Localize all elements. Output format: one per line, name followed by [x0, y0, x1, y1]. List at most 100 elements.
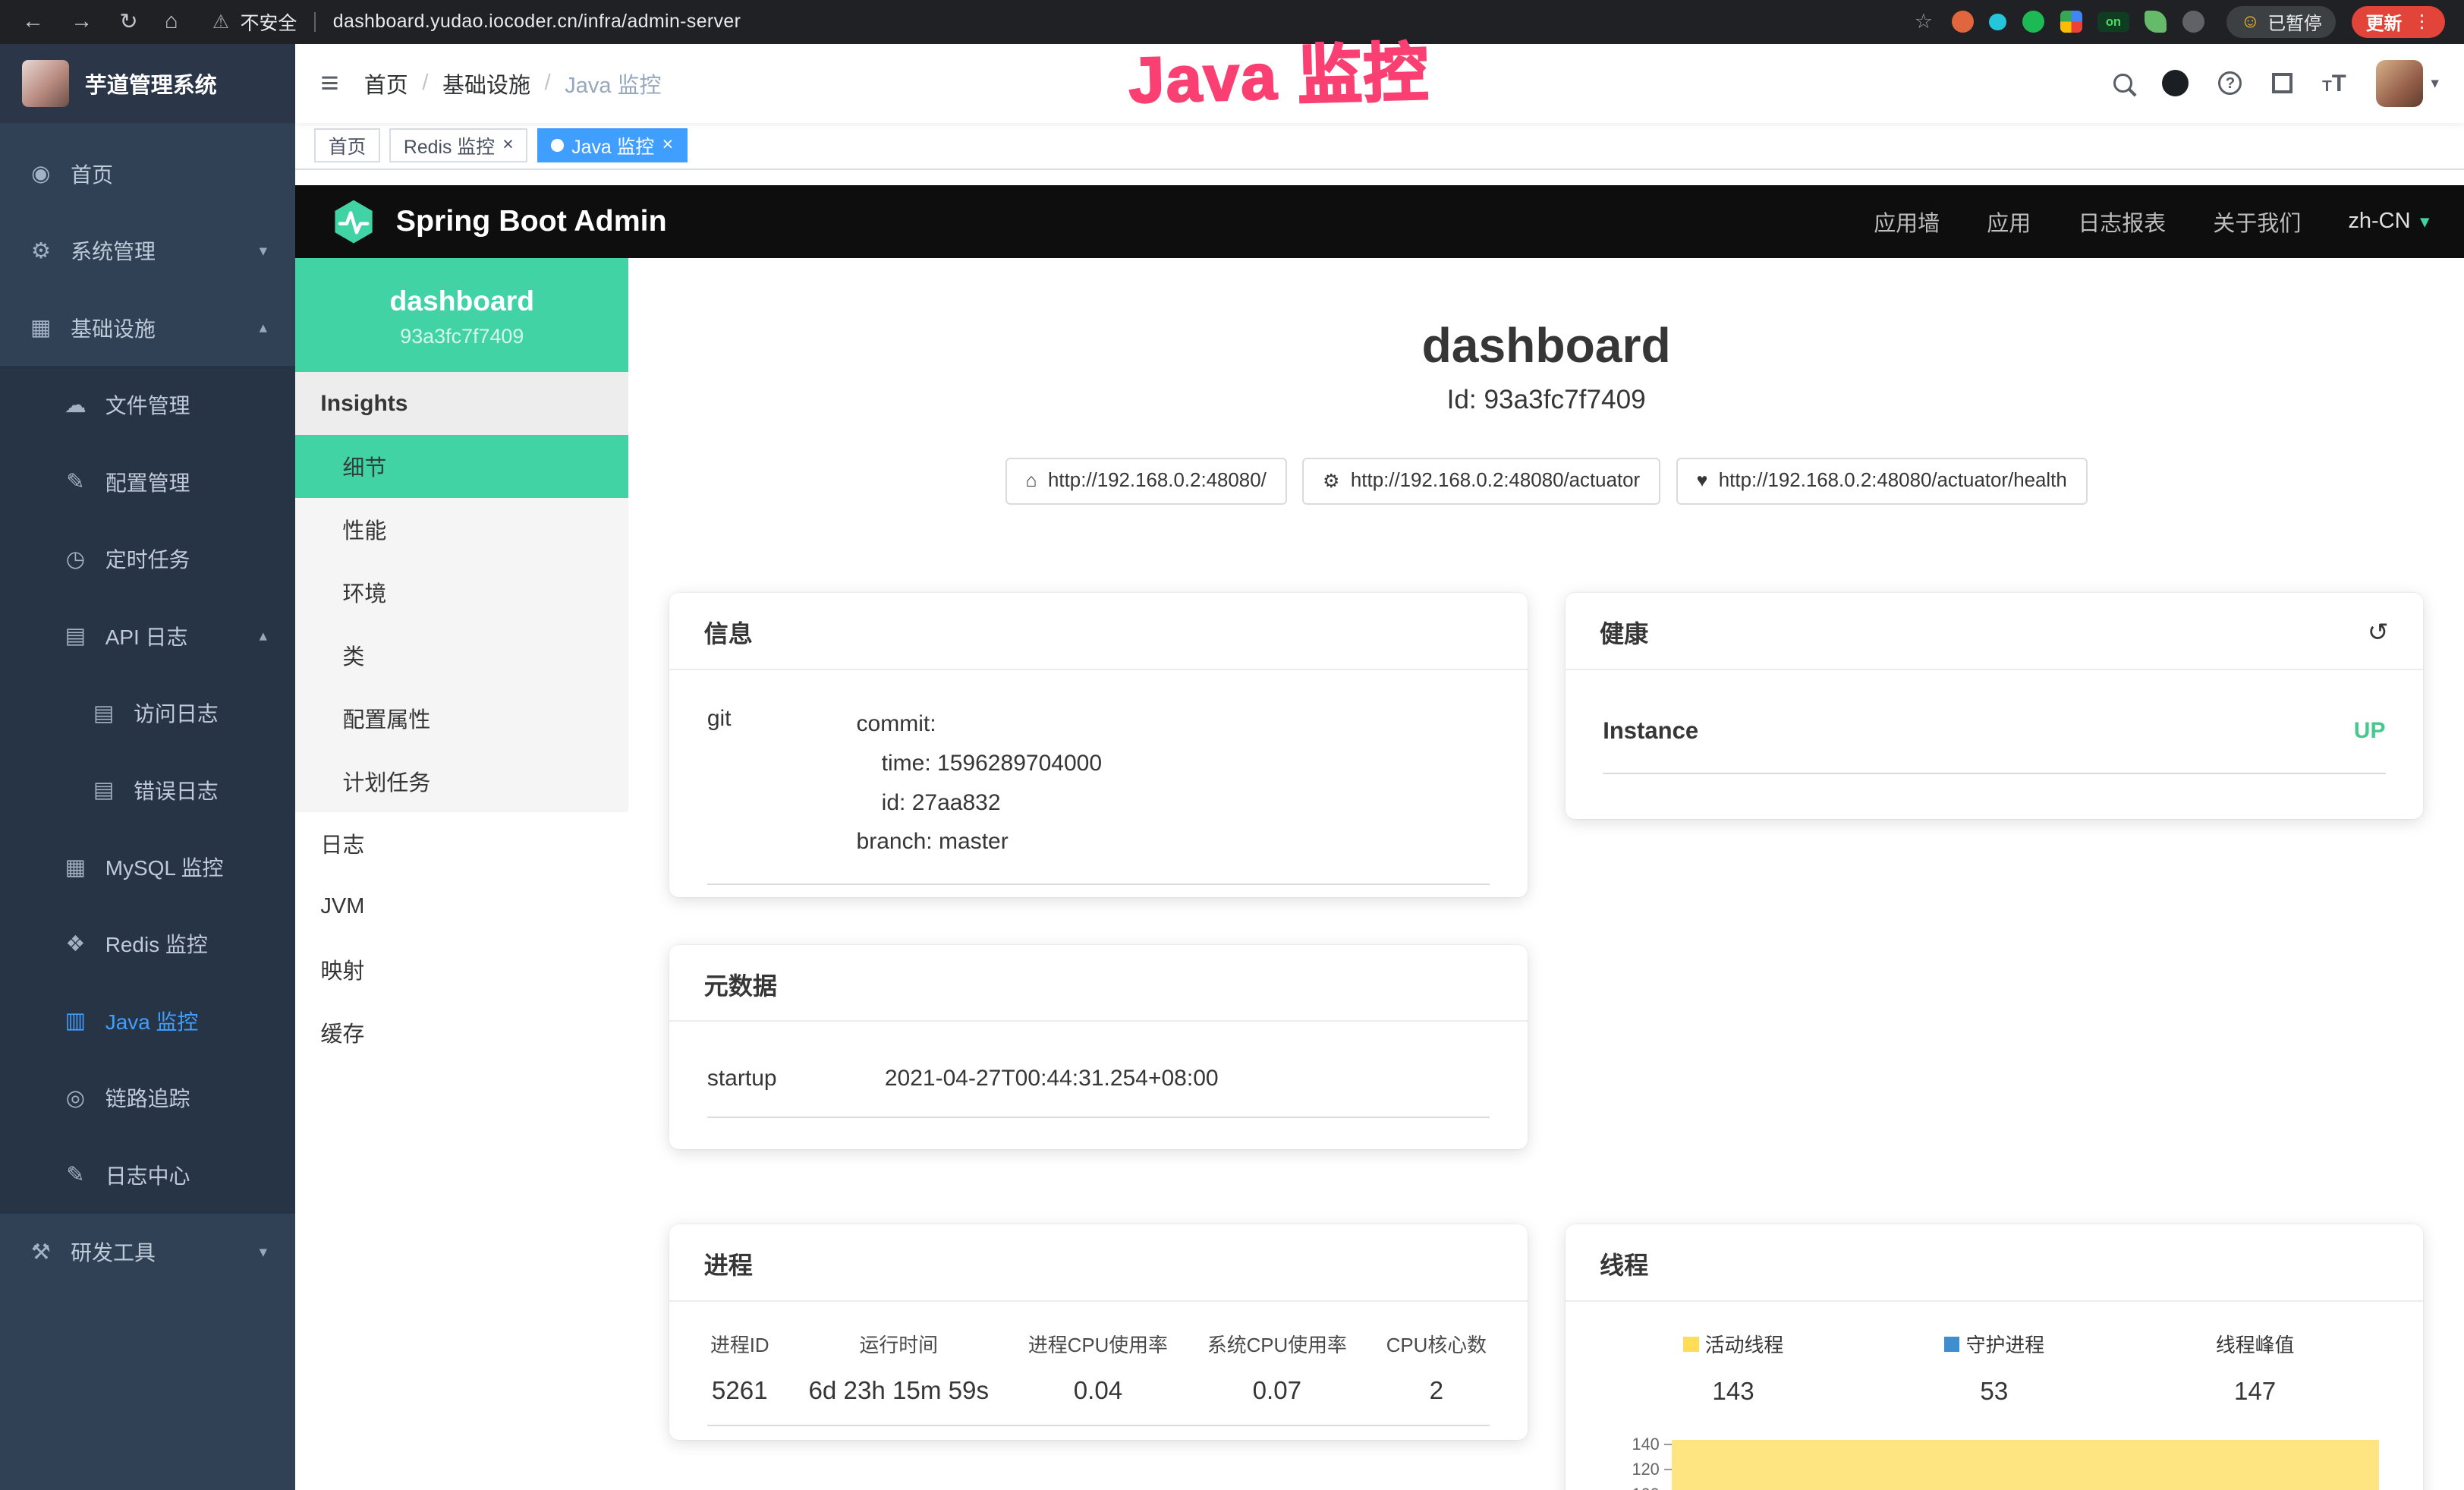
forward-icon[interactable]: →: [71, 9, 93, 34]
sidebar-item-access-logs[interactable]: ▤ 访问日志: [0, 674, 295, 751]
legend-peak-threads: 线程峰值 147: [2125, 1330, 2386, 1407]
sba-nav-about[interactable]: 关于我们: [2213, 206, 2301, 238]
url-domain: dashboard.yudao.iocoder.cn: [333, 11, 578, 32]
sidebar-item-label: 错误日志: [134, 775, 219, 805]
reload-icon[interactable]: ↻: [119, 8, 137, 35]
fullscreen-icon[interactable]: [2272, 73, 2292, 93]
hamburger-icon[interactable]: ≡: [320, 65, 338, 101]
sidebar-item-home[interactable]: ◉ 首页: [0, 135, 295, 212]
sidebar-item-java-monitor[interactable]: ▥ Java 监控: [0, 982, 295, 1059]
col-value: 2: [1386, 1377, 1487, 1406]
infrastructure-submenu: ☁ 文件管理 ✎ 配置管理 ◷ 定时任务 ▤ API 日志 ▴: [0, 366, 295, 1213]
gear-icon: ⚙: [28, 238, 53, 264]
sba-instance-name: dashboard: [311, 285, 613, 317]
sidebar-item-link-tracing[interactable]: ◎ 链路追踪: [0, 1060, 295, 1136]
sidebar-item-infrastructure[interactable]: ▦ 基础设施 ▴: [0, 289, 295, 366]
sba-item-mappings[interactable]: 映射: [295, 938, 628, 1001]
sba-brand[interactable]: Spring Boot Admin: [330, 198, 667, 245]
sidebar-item-mysql-monitor[interactable]: ▦ MySQL 监控: [0, 828, 295, 905]
col-value: 6d 23h 15m 59s: [808, 1377, 989, 1406]
sidebar-item-dev-tools[interactable]: ⚒ 研发工具 ▾: [0, 1214, 295, 1290]
chevron-down-icon: ▾: [260, 1243, 267, 1262]
sba-item-details[interactable]: 细节: [295, 435, 628, 498]
sidebar-item-label: 访问日志: [134, 698, 219, 728]
sba-locale-select[interactable]: zh-CN ▾: [2348, 209, 2429, 234]
breadcrumb-home[interactable]: 首页: [364, 68, 408, 99]
sba-nav-applications[interactable]: 应用: [1987, 206, 2031, 238]
sba-item-scheduled-tasks[interactable]: 计划任务: [295, 749, 628, 812]
extension-icon-3[interactable]: [2022, 11, 2044, 33]
chrome-update-button[interactable]: 更新 ⋮: [2352, 6, 2445, 37]
instance-health-row: Instance UP: [1603, 685, 2385, 774]
instance-url-button[interactable]: ⌂ http://192.168.0.2:48080/: [1005, 458, 1287, 505]
close-icon[interactable]: ×: [662, 136, 674, 155]
sba-item-jvm[interactable]: JVM: [295, 875, 628, 938]
sidebar-item-error-logs[interactable]: ▤ 错误日志: [0, 751, 295, 828]
annotation-java-monitor: Java 监控: [1127, 21, 1430, 121]
health-card: 健康 ↺ Instance UP: [1566, 593, 2424, 819]
sidebar-item-label: 研发工具: [71, 1236, 156, 1267]
profile-paused-badge[interactable]: ☺ 已暂停: [2226, 6, 2336, 37]
extension-icon-4[interactable]: [2060, 11, 2082, 33]
github-icon[interactable]: [2162, 70, 2189, 96]
tag-java-monitor[interactable]: Java 监控 ×: [537, 128, 688, 163]
breadcrumb-current: Java 监控: [565, 68, 661, 99]
sba-item-logs[interactable]: 日志: [295, 812, 628, 875]
breadcrumb-infrastructure[interactable]: 基础设施: [442, 68, 530, 99]
cloud-icon: ☁: [63, 392, 88, 418]
sba-item-environment[interactable]: 环境: [295, 561, 628, 624]
legend-live-threads: 活动线程 143: [1603, 1330, 1864, 1407]
sba-nav-journal[interactable]: 日志报表: [2078, 206, 2166, 238]
col-header: 进程CPU使用率: [1028, 1330, 1168, 1358]
sba-item-performance[interactable]: 性能: [295, 498, 628, 561]
tag-home[interactable]: 首页: [314, 128, 380, 163]
extension-icon-7[interactable]: [2182, 11, 2204, 33]
url-text: dashboard.yudao.iocoder.cn/infra/admin-s…: [333, 11, 741, 33]
chevron-down-icon: ▾: [260, 241, 267, 260]
search-icon[interactable]: [2113, 74, 2132, 93]
sidebar-item-system-management[interactable]: ⚙ 系统管理 ▾: [0, 213, 295, 289]
address-bar[interactable]: ⚠ 不安全 dashboard.yudao.iocoder.cn/infra/a…: [178, 8, 1914, 36]
font-size-icon[interactable]: TT: [2322, 69, 2346, 98]
col-header: 运行时间: [808, 1330, 989, 1358]
sidebar-item-api-logs[interactable]: ▤ API 日志 ▴: [0, 597, 295, 674]
extension-icon-6[interactable]: [2145, 11, 2167, 33]
sidebar-item-redis-monitor[interactable]: ❖ Redis 监控: [0, 906, 295, 982]
sba-item-caches[interactable]: 缓存: [295, 1000, 628, 1063]
sidebar-item-label: Java 监控: [105, 1006, 199, 1036]
help-icon[interactable]: ?: [2218, 71, 2242, 95]
history-icon[interactable]: ↺: [2368, 617, 2389, 647]
sidebar-item-log-center[interactable]: ✎ 日志中心: [0, 1136, 295, 1213]
sba-nav-wallboard[interactable]: 应用墙: [1874, 206, 1940, 238]
bookmark-star-icon[interactable]: ☆: [1915, 10, 1933, 33]
screen: ← → ↻ ⌂ ⚠ 不安全 dashboard.yudao.iocoder.cn…: [0, 0, 2464, 1490]
threads-card-title: 线程: [1600, 1246, 1648, 1281]
sidebar-item-file-management[interactable]: ☁ 文件管理: [0, 366, 295, 443]
browser-home-icon[interactable]: ⌂: [165, 9, 178, 34]
tools-icon: ⚒: [28, 1239, 53, 1265]
close-icon[interactable]: ×: [502, 136, 514, 155]
health-url-button[interactable]: ♥ http://192.168.0.2:48080/actuator/heal…: [1676, 458, 2088, 505]
app-logo-row[interactable]: 芋道管理系统: [0, 44, 295, 123]
sidebar-item-config-management[interactable]: ✎ 配置管理: [0, 443, 295, 520]
browser-menu-icon[interactable]: ⋮: [2413, 11, 2431, 33]
sidebar-item-scheduled-tasks[interactable]: ◷ 定时任务: [0, 520, 295, 597]
legend-daemon-threads: 守护进程 53: [1864, 1330, 2125, 1407]
git-value: commit: time: 1596289704000 id: 27aa832 …: [857, 704, 1103, 862]
back-icon[interactable]: ←: [22, 9, 44, 34]
extension-icon-1[interactable]: [1952, 11, 1974, 33]
sba-instance-header[interactable]: dashboard 93a3fc7f7409: [295, 258, 628, 373]
git-info-row: git commit: time: 1596289704000 id: 27aa…: [707, 685, 1490, 885]
user-avatar-menu[interactable]: ▾: [2376, 60, 2439, 107]
sidebar-menu: ◉ 首页 ⚙ 系统管理 ▾ ▦ 基础设施 ▴ ☁ 文件管理: [0, 123, 295, 1291]
extension-on-badge[interactable]: on: [2097, 12, 2129, 33]
health-card-title: 健康: [1600, 615, 1648, 650]
actuator-url-button[interactable]: ⚙ http://192.168.0.2:48080/actuator: [1302, 458, 1660, 505]
y-tick: 140: [1632, 1435, 1659, 1454]
y-tick: 120: [1632, 1460, 1659, 1479]
extension-icon-2[interactable]: [1989, 14, 2006, 31]
sba-item-classes[interactable]: 类: [295, 623, 628, 686]
sba-item-config-properties[interactable]: 配置属性: [295, 686, 628, 749]
tag-redis-monitor[interactable]: Redis 监控 ×: [389, 128, 527, 163]
sba-brand-title: Spring Boot Admin: [396, 204, 667, 238]
